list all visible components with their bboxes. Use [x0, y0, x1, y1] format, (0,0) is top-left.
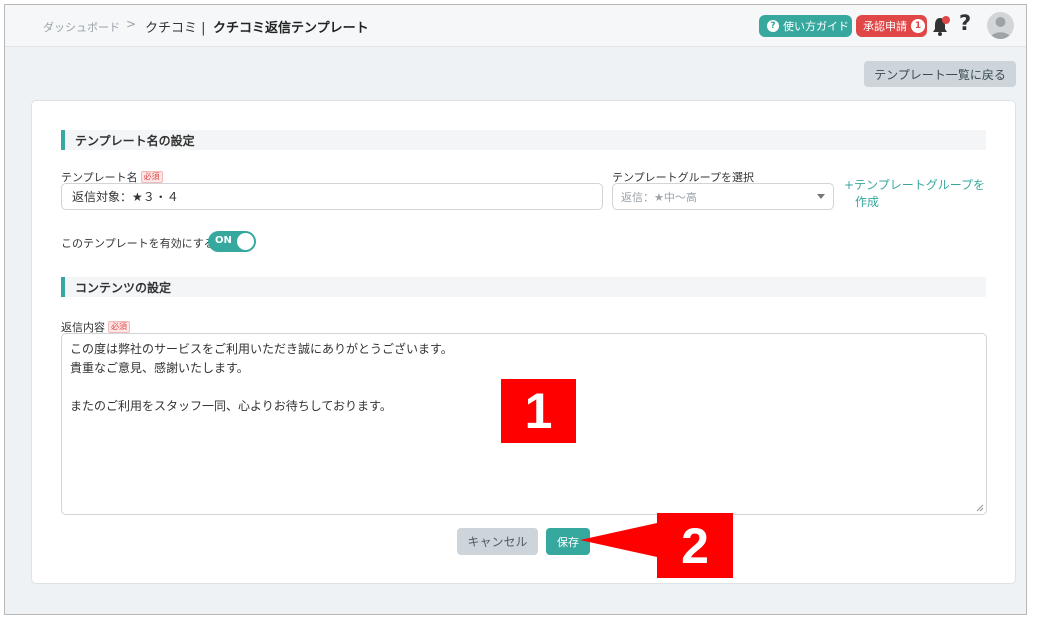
top-bar: ダッシュボード > クチコミ | クチコミ返信テンプレート ? 使い方ガイド 承…: [5, 5, 1026, 47]
section-content: コンテンツの設定: [61, 277, 986, 297]
chevron-down-icon: [817, 194, 825, 199]
enable-template-toggle[interactable]: ON: [208, 231, 256, 252]
template-group-select[interactable]: 返信：★中～高: [612, 183, 834, 210]
guide-button[interactable]: ? 使い方ガイド: [759, 15, 852, 37]
template-form-card: テンプレート名の設定 テンプレート名 必須 返信対象：★３・４ テンプレートグル…: [31, 100, 1016, 584]
create-template-group-link[interactable]: +テンプレートグループを 作成: [844, 177, 994, 211]
app-window: ダッシュボード > クチコミ | クチコミ返信テンプレート ? 使い方ガイド 承…: [4, 4, 1027, 615]
cancel-button[interactable]: キャンセル: [457, 528, 538, 555]
question-icon: ?: [767, 20, 779, 32]
guide-button-label: 使い方ガイド: [783, 20, 849, 33]
page-title: クチコミ返信テンプレート: [213, 21, 369, 36]
notification-bell-icon[interactable]: [931, 15, 951, 37]
breadcrumb-divider: |: [201, 21, 206, 36]
approval-request-button[interactable]: 承認申請 1: [856, 15, 927, 37]
section-template-name-title: テンプレート名の設定: [75, 134, 195, 148]
required-badge: 必須: [140, 171, 163, 183]
required-badge: 必須: [108, 321, 130, 333]
breadcrumb-kuchikomi[interactable]: クチコミ |: [145, 17, 206, 36]
annotation-marker-1: 1: [501, 379, 576, 443]
breadcrumb-dashboard[interactable]: ダッシュボード: [43, 19, 120, 35]
breadcrumb-kuchikomi-label[interactable]: クチコミ: [145, 21, 197, 36]
reply-line: この度は弊社のサービスをご利用いただき誠にありがとうございます。: [70, 342, 453, 356]
approval-count-badge: 1: [911, 19, 925, 33]
breadcrumb-separator: >: [126, 17, 137, 31]
help-icon[interactable]: ?: [959, 11, 971, 35]
template-group-selected: 返信：★中～高: [621, 190, 697, 204]
create-group-line1: +テンプレートグループを: [844, 178, 985, 192]
create-group-line2: 作成: [855, 195, 880, 209]
annotation-callout-arrow: [580, 523, 657, 557]
section-content-title: コンテンツの設定: [75, 281, 172, 295]
toggle-on-text: ON: [215, 235, 232, 246]
resize-grip-icon[interactable]: [976, 504, 984, 512]
enable-template-label: このテンプレートを有効にする: [61, 237, 215, 250]
template-name-input[interactable]: 返信対象：★３・４: [61, 183, 603, 210]
approval-request-label: 承認申請: [863, 20, 907, 33]
toggle-knob: [237, 233, 254, 250]
reply-line: 貴重なご意見、感謝いたします。: [70, 361, 249, 375]
avatar[interactable]: [987, 12, 1014, 39]
section-template-name: テンプレート名の設定: [61, 130, 986, 150]
annotation-marker-2: 2: [657, 513, 733, 578]
back-to-list-button[interactable]: テンプレート一覧に戻る: [864, 61, 1016, 87]
